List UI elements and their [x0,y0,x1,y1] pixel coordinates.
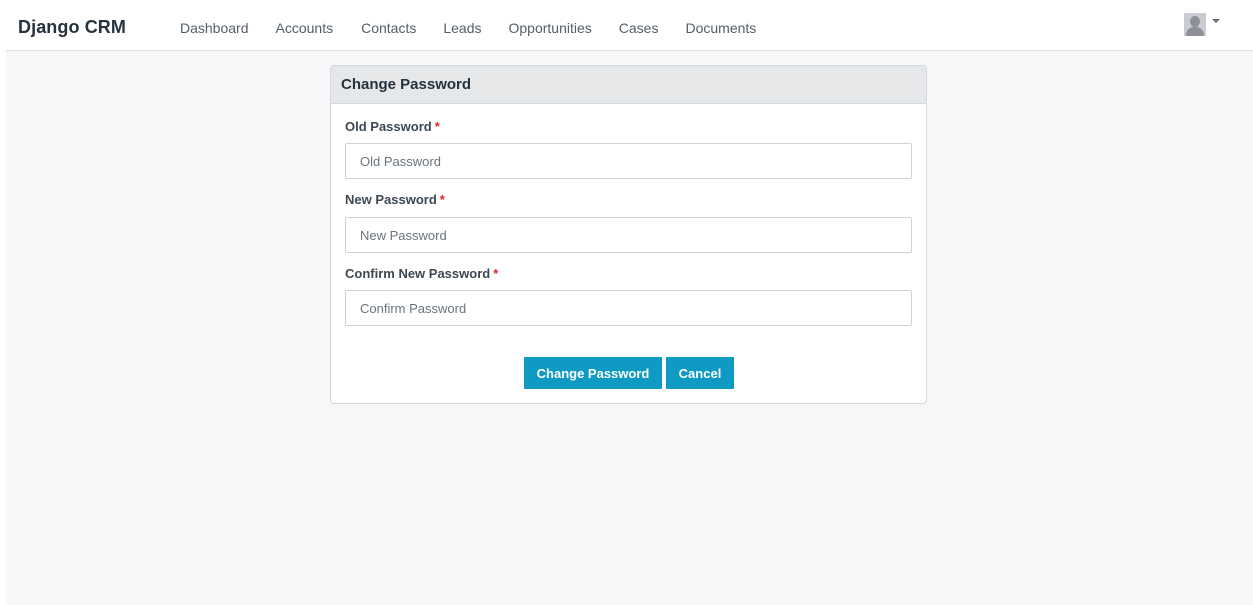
old-password-input[interactable] [345,143,912,179]
nav-link-contacts[interactable]: Contacts [361,20,416,36]
nav-link-opportunities[interactable]: Opportunities [509,20,592,36]
top-navbar: Django CRM Dashboard Accounts Contacts L… [6,4,1253,51]
page: Django CRM Dashboard Accounts Contacts L… [6,4,1253,605]
required-marker: * [493,266,499,281]
nav-link-cases[interactable]: Cases [619,20,659,36]
change-password-card: Change Password Old Password * New Passwo… [330,65,927,404]
new-password-label: New Password * [345,192,445,207]
new-password-input[interactable] [345,217,912,253]
required-marker: * [439,192,445,207]
old-password-label-text: Old Password [345,119,432,134]
nav-link-dashboard[interactable]: Dashboard [180,20,249,36]
user-avatar-icon[interactable] [1184,13,1206,36]
confirm-password-label-text: Confirm New Password [345,266,491,281]
confirm-password-input[interactable] [345,290,912,326]
cancel-button[interactable]: Cancel [666,357,734,389]
nav-link-accounts[interactable]: Accounts [276,20,334,36]
nav-links: Dashboard Accounts Contacts Leads Opport… [180,20,783,36]
confirm-password-label: Confirm New Password * [345,266,498,281]
nav-link-leads[interactable]: Leads [443,20,481,36]
old-password-label: Old Password * [345,119,440,134]
new-password-label-text: New Password [345,192,437,207]
brand-logo[interactable]: Django CRM [18,17,126,38]
required-marker: * [434,119,440,134]
nav-link-documents[interactable]: Documents [685,20,756,36]
change-password-button[interactable]: Change Password [524,357,662,389]
user-menu-toggle[interactable] [1184,13,1220,36]
card-title: Change Password [331,66,926,104]
caret-down-icon [1212,19,1220,23]
